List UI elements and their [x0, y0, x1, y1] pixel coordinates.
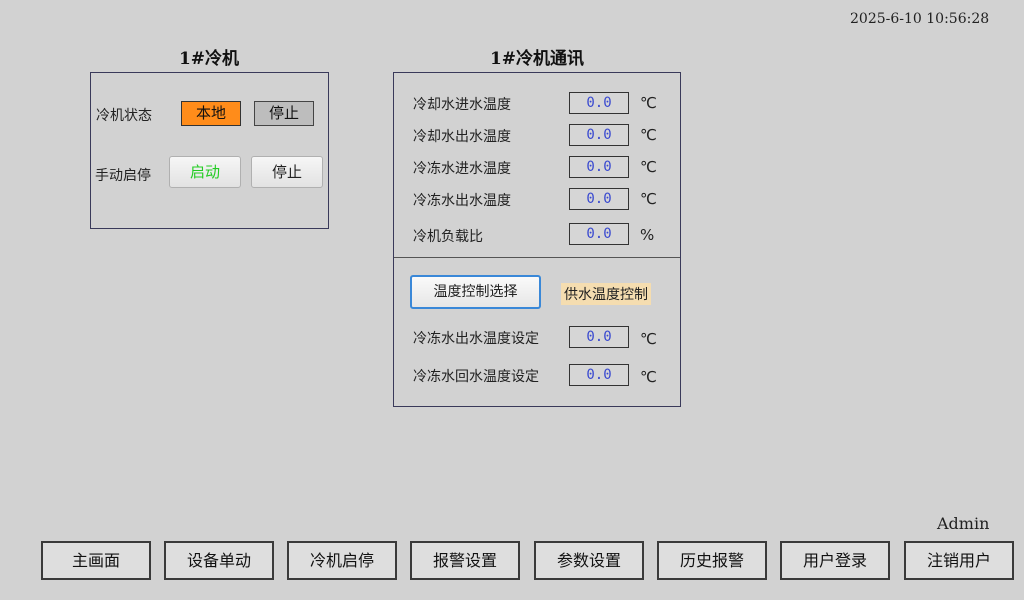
status-stop-indicator: 停止: [254, 101, 314, 126]
reading-unit: ℃: [640, 94, 657, 112]
nav-main-screen-button[interactable]: 主画面: [41, 541, 151, 580]
chiller-status-label: 冷机状态: [96, 108, 152, 124]
reading-value: 0.0: [569, 124, 629, 146]
current-user: Admin: [937, 514, 990, 533]
status-local-indicator: 本地: [181, 101, 241, 126]
reading-unit: ℃: [640, 158, 657, 176]
setpoint-input[interactable]: 0.0: [569, 364, 629, 386]
setpoint-label: 冷冻水出水温度设定: [413, 331, 539, 347]
setpoint-input[interactable]: 0.0: [569, 326, 629, 348]
nav-device-single-button[interactable]: 设备单动: [164, 541, 274, 580]
nav-user-login-button[interactable]: 用户登录: [780, 541, 890, 580]
manual-start-stop-label: 手动启停: [95, 168, 151, 184]
setpoint-unit: ℃: [640, 330, 657, 348]
chiller-panel: [90, 72, 329, 229]
section-divider: [394, 257, 680, 258]
stop-button[interactable]: 停止: [251, 156, 323, 188]
nav-alarm-history-button[interactable]: 历史报警: [657, 541, 767, 580]
nav-logout-button[interactable]: 注销用户: [904, 541, 1014, 580]
reading-value: 0.0: [569, 156, 629, 178]
temp-control-mode-tag: 供水温度控制: [561, 283, 651, 305]
reading-label: 冷却水出水温度: [413, 129, 511, 145]
chiller-panel-title: 1#冷机: [178, 49, 240, 69]
setpoint-unit: ℃: [640, 368, 657, 386]
reading-label: 冷机负载比: [413, 229, 483, 245]
datetime-display: 2025-6-10 10:56:28: [850, 11, 990, 27]
reading-unit: %: [640, 226, 655, 244]
reading-label: 冷却水进水温度: [413, 97, 511, 113]
temp-control-select-button[interactable]: 温度控制选择: [410, 275, 541, 309]
reading-value: 0.0: [569, 92, 629, 114]
reading-label: 冷冻水出水温度: [413, 193, 511, 209]
reading-value: 0.0: [569, 223, 629, 245]
nav-chiller-start-stop-button[interactable]: 冷机启停: [287, 541, 397, 580]
reading-value: 0.0: [569, 188, 629, 210]
start-button[interactable]: 启动: [169, 156, 241, 188]
reading-unit: ℃: [640, 190, 657, 208]
nav-parameter-settings-button[interactable]: 参数设置: [534, 541, 644, 580]
nav-alarm-settings-button[interactable]: 报警设置: [410, 541, 520, 580]
comm-panel-title: 1#冷机通讯: [489, 49, 585, 69]
reading-unit: ℃: [640, 126, 657, 144]
reading-label: 冷冻水进水温度: [413, 161, 511, 177]
setpoint-label: 冷冻水回水温度设定: [413, 369, 539, 385]
